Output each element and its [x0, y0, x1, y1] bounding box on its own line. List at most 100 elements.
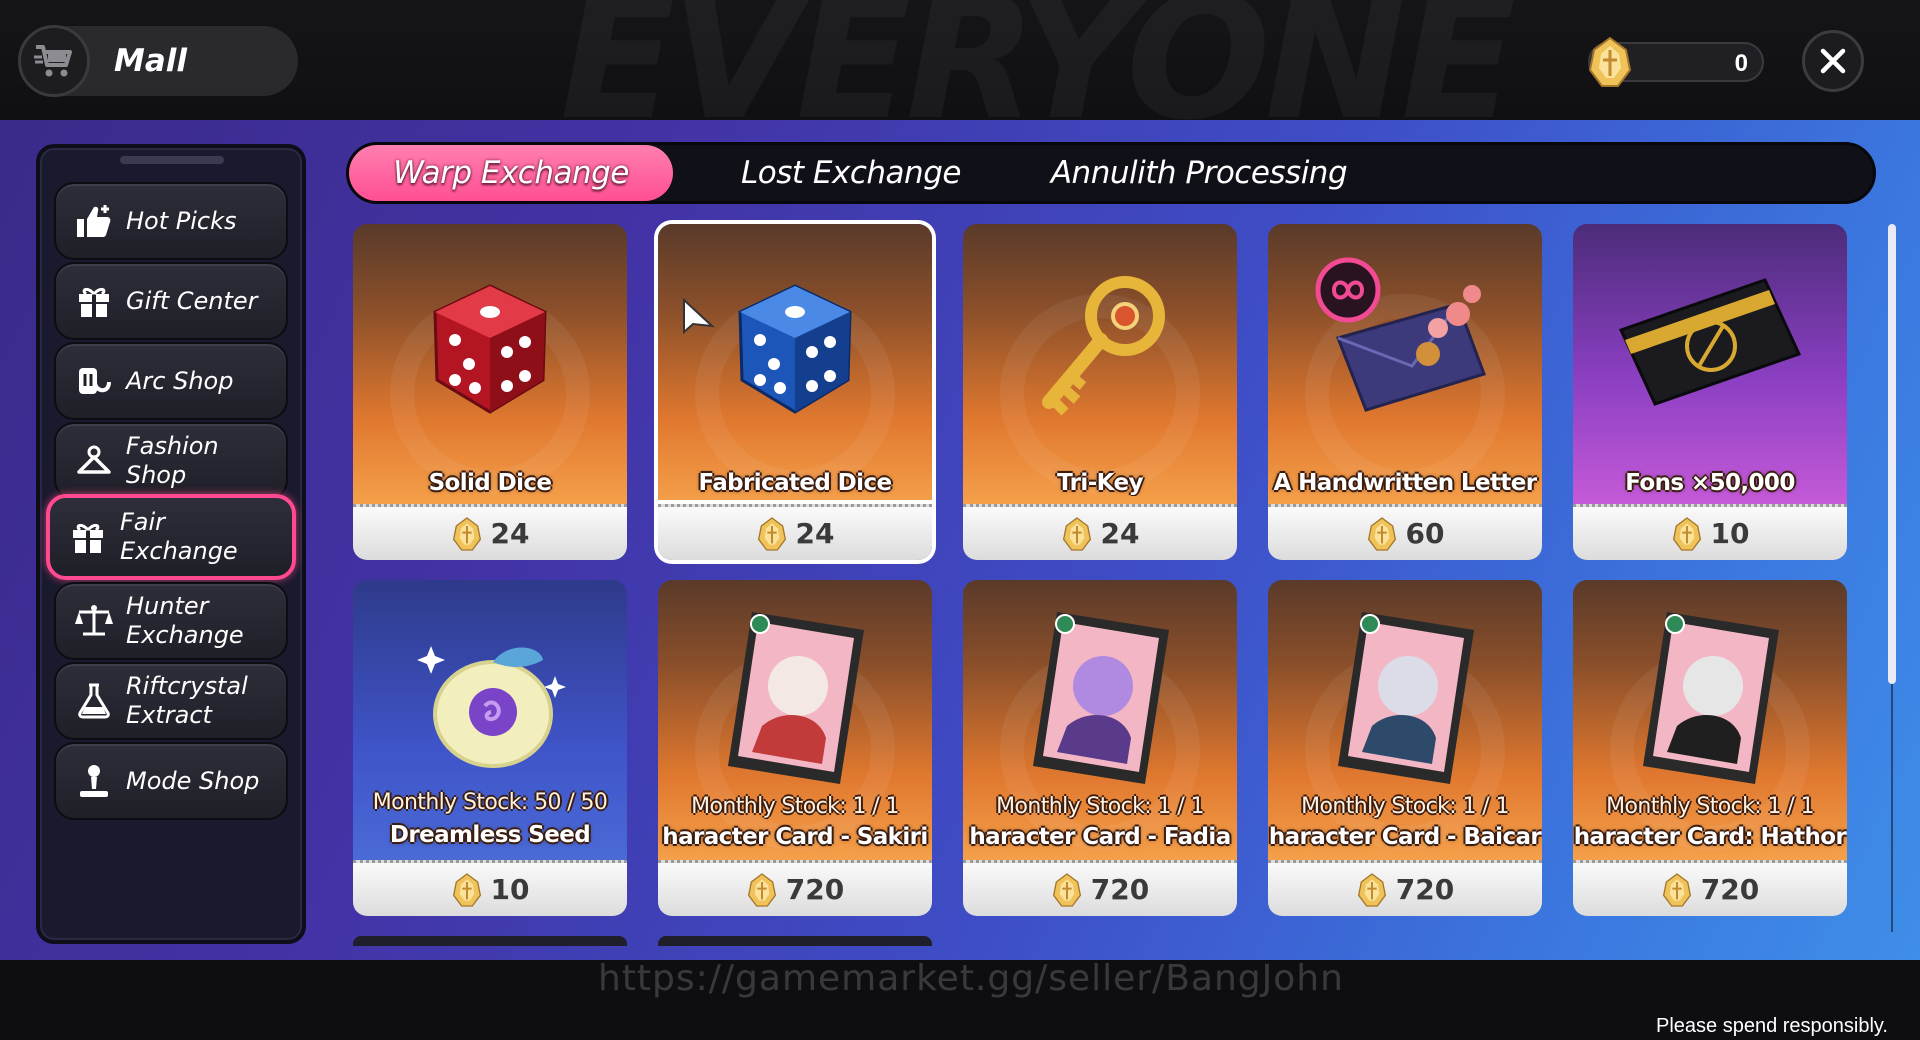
shop-item-card[interactable]: Tri-Key 24 [963, 224, 1237, 562]
item-price: 720 [1395, 873, 1455, 906]
monthly-stock: Monthly Stock: 1 / 1 [1301, 794, 1509, 819]
scrollbar[interactable] [1888, 224, 1896, 936]
sidebar-item-label: Gift Center [126, 286, 258, 315]
mall-header: Mall [18, 25, 298, 97]
item-price: 720 [1090, 873, 1150, 906]
footer-note: Please spend responsibly. [1656, 1015, 1888, 1037]
gift-icon [68, 517, 108, 557]
main-panel: Hot Picks Gift Center Arc Shop Fashion S… [0, 120, 1920, 960]
tab-warp-exchange[interactable]: Warp Exchange [349, 145, 673, 201]
sidebar-item-label: Riftcrystal [126, 672, 248, 700]
background-text: EVERYONE [560, 0, 1517, 120]
close-icon [1820, 48, 1846, 74]
price-tag: 24 [963, 504, 1237, 560]
sidebar-item-fashion-shop[interactable]: Fashion Shop [54, 422, 288, 500]
sidebar-item-fair-exchange[interactable]: Fair Exchange [46, 494, 296, 580]
red-dice-icon [433, 284, 547, 414]
price-tag: 720 [963, 860, 1237, 916]
podium-icon [74, 761, 114, 801]
sidebar-item-label: Hunter [126, 592, 209, 620]
sidebar-item-riftcrystal-extract[interactable]: Riftcrystal Extract [54, 662, 288, 740]
item-name: Fabricated Dice [698, 470, 892, 496]
sidebar-item-hunter-exchange[interactable]: Hunter Exchange [54, 582, 288, 660]
sidebar-item-label: Fair [120, 508, 166, 536]
price-tag: 24 [658, 504, 932, 560]
shop-item-card[interactable]: Monthly Stock: 50 / 50 Dreamless Seed 10 [353, 580, 627, 918]
sidebar-item-mode-shop[interactable]: Mode Shop [54, 742, 288, 820]
coin-icon [1357, 872, 1386, 907]
currency-amount: 0 [1734, 50, 1748, 77]
coin-icon [1672, 516, 1701, 551]
sidebar-item-label: Exchange [120, 537, 238, 565]
item-price: 720 [1700, 873, 1760, 906]
item-name: Solid Dice [428, 470, 552, 496]
shop-item-card[interactable]: Fabricated Dice 24 [658, 224, 932, 562]
cursor-icon [683, 298, 715, 335]
tab-lost-exchange[interactable]: Lost Exchange [691, 145, 1011, 201]
scales-icon [74, 601, 114, 641]
price-tag: 10 [353, 860, 627, 916]
item-price: 10 [490, 873, 530, 906]
sidebar-item-hot-picks[interactable]: Hot Picks [54, 182, 288, 260]
character-card-icon [1338, 612, 1474, 784]
monthly-stock: Monthly Stock: 50 / 50 [372, 790, 608, 815]
item-name: haracter Card - Sakiri [662, 824, 928, 850]
coin-icon [1662, 872, 1691, 907]
price-tag: 720 [1573, 860, 1847, 916]
coin-icon [1062, 516, 1091, 551]
coin-icon [757, 516, 786, 551]
arc-shop-icon [74, 361, 114, 401]
monthly-stock: Monthly Stock: 1 / 1 [691, 794, 899, 819]
sidebar-item-label: Arc Shop [126, 366, 234, 395]
shop-item-card[interactable]: Monthly Stock: 1 / 1 haracter Card: Hath… [1573, 580, 1847, 918]
close-button[interactable] [1802, 30, 1864, 92]
seed-icon [417, 646, 566, 768]
shop-item-card[interactable]: Fons ×50,000 10 [1573, 224, 1847, 562]
shop-item-card[interactable]: Monthly Stock: 1 / 1 haracter Card - Fad… [963, 580, 1237, 918]
item-name: haracter Card - Baicar [1268, 824, 1542, 850]
shop-item-card[interactable]: Monthly Stock: 1 / 1 haracter Card - Bai… [1268, 580, 1542, 918]
item-price: 24 [490, 517, 530, 550]
shop-item-card[interactable]: Monthly Stock: 1 / 1 haracter Card - Sak… [658, 580, 932, 918]
sidebar: Hot Picks Gift Center Arc Shop Fashion S… [36, 144, 306, 944]
blue-dice-icon [738, 284, 852, 414]
shopping-cart-icon [18, 25, 90, 97]
price-tag: 24 [353, 504, 627, 560]
sidebar-item-label: Mode Shop [126, 766, 260, 795]
price-tag: 720 [1268, 860, 1542, 916]
sidebar-item-arc-shop[interactable]: Arc Shop [54, 342, 288, 420]
character-card-icon [1643, 612, 1779, 784]
thumbs-up-icon [74, 201, 114, 241]
tab-annulith-processing[interactable]: Annulith Processing [1029, 145, 1369, 201]
coin-icon [1586, 36, 1634, 93]
item-name: Dreamless Seed [389, 822, 591, 848]
price-tag: 60 [1268, 504, 1542, 560]
card-peek [353, 936, 627, 946]
letter-icon [1315, 257, 1486, 412]
coin-icon [452, 516, 481, 551]
item-name: Fons ×50,000 [1625, 470, 1795, 496]
shop-item-card[interactable]: Solid Dice 24 [353, 224, 627, 562]
item-name: Tri-Key [1057, 470, 1143, 496]
key-icon [1042, 276, 1165, 416]
shop-item-card[interactable]: A Handwritten Letter 60 [1268, 224, 1542, 562]
sidebar-item-label: Extract [126, 701, 212, 729]
character-card-icon [1033, 612, 1169, 784]
coin-icon [747, 872, 776, 907]
card-peek [658, 936, 932, 946]
character-card-icon [728, 612, 864, 784]
watermark: https://gamemarket.gg/seller/BangJohn [598, 958, 1344, 999]
page-title: Mall [114, 43, 188, 79]
monthly-stock: Monthly Stock: 1 / 1 [1606, 794, 1814, 819]
sidebar-item-label: Fashion Shop [125, 432, 219, 489]
coin-icon [452, 872, 481, 907]
price-tag: 720 [658, 860, 932, 916]
sidebar-item-gift-center[interactable]: Gift Center [54, 262, 288, 340]
scrollbar-thumb[interactable] [1888, 224, 1896, 684]
item-name: A Handwritten Letter [1273, 470, 1537, 496]
sidebar-item-label: Hot Picks [126, 206, 237, 235]
item-name: haracter Card - Fadia [969, 824, 1231, 850]
price-tag: 10 [1573, 504, 1847, 560]
item-price: 24 [795, 517, 835, 550]
currency-display[interactable]: 0 [1588, 36, 1764, 87]
